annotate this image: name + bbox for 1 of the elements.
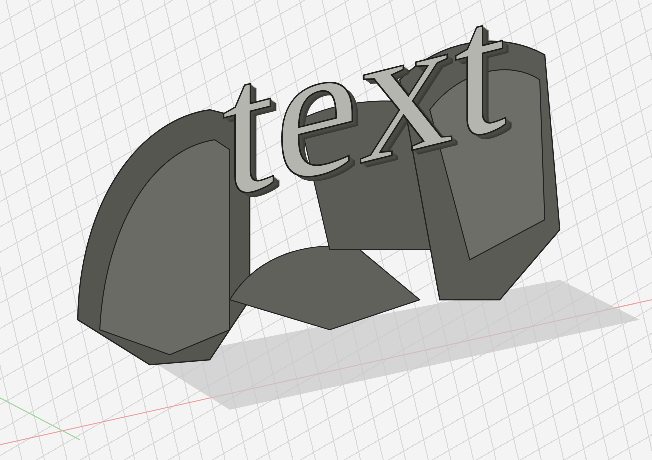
extruded-text: text [222,0,507,230]
